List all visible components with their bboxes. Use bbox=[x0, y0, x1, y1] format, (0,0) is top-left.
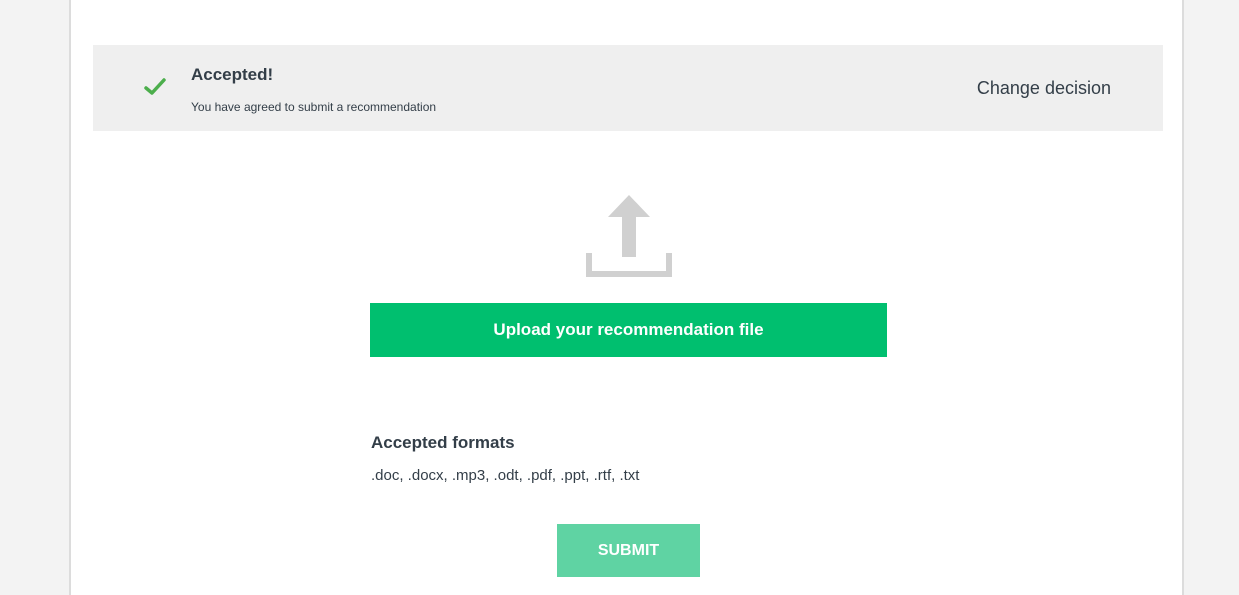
accepted-formats-title: Accepted formats bbox=[371, 433, 515, 452]
main-panel: Accepted! You have agreed to submit a re… bbox=[69, 0, 1184, 595]
submit-button[interactable]: SUBMIT bbox=[557, 524, 700, 577]
decision-banner: Accepted! You have agreed to submit a re… bbox=[93, 45, 1163, 131]
decision-subtitle: You have agreed to submit a recommendati… bbox=[191, 100, 437, 114]
upload-recommendation-button[interactable]: Upload your recommendation file bbox=[370, 303, 887, 357]
upload-icon bbox=[586, 195, 672, 277]
accepted-formats-list: .doc, .docx, .mp3, .odt, .pdf, .ppt, .rt… bbox=[371, 467, 640, 484]
decision-title: Accepted! bbox=[191, 65, 274, 84]
check-icon bbox=[144, 78, 166, 95]
change-decision-link[interactable]: Change decision bbox=[977, 78, 1111, 99]
